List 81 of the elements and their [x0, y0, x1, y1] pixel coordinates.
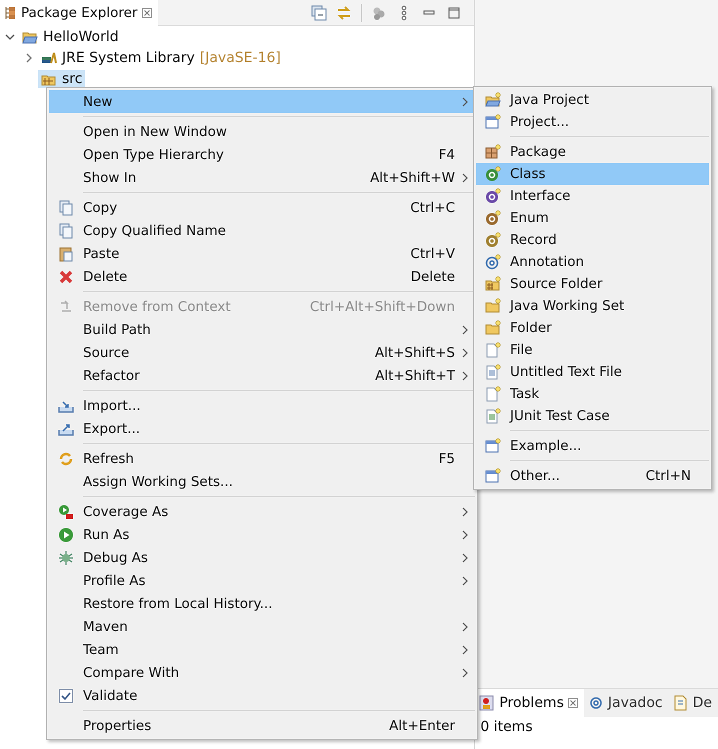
menu-item[interactable]: Open in New Window: [49, 120, 475, 143]
menu-item[interactable]: Interface: [476, 185, 709, 207]
maximize-icon[interactable]: [446, 4, 462, 20]
menu-item[interactable]: Java Working Set: [476, 295, 709, 317]
tree-item[interactable]: HelloWorld: [19, 28, 122, 46]
document-icon: [485, 386, 501, 402]
menu-item[interactable]: Validate: [49, 684, 475, 707]
at-sign-icon: [588, 695, 604, 711]
collapse-all-icon[interactable]: [311, 4, 328, 20]
window-icon: [485, 114, 501, 130]
menu-item[interactable]: Show In Alt+Shift+W: [49, 166, 475, 189]
folder-icon: [485, 298, 501, 314]
document-icon: [485, 364, 501, 380]
item-count: 0 items: [479, 718, 534, 737]
play-icon: [58, 526, 74, 542]
menu-item[interactable]: Refresh F5: [49, 447, 475, 470]
package-explorer-icon: [4, 6, 16, 20]
document-icon: [485, 342, 501, 358]
menu-item[interactable]: Assign Working Sets...: [49, 470, 475, 493]
menu-item[interactable]: Source Folder: [476, 273, 709, 295]
menu-item[interactable]: Maven: [49, 615, 475, 638]
document-icon: [485, 408, 501, 424]
menu-item[interactable]: Run As: [49, 523, 475, 546]
package-icon: [485, 144, 501, 160]
at-sign-icon: [485, 254, 501, 270]
menu-item[interactable]: Task: [476, 383, 709, 405]
arrow-icon: [58, 298, 74, 314]
menu-item[interactable]: Copy Qualified Name: [49, 219, 475, 242]
tree-item[interactable]: src: [38, 70, 86, 88]
menu-item[interactable]: Restore from Local History...: [49, 592, 475, 615]
menu-item[interactable]: Package: [476, 141, 709, 163]
menu-item[interactable]: Paste Ctrl+V: [49, 242, 475, 265]
tree-item-decoration: [JavaSE-16]: [200, 50, 281, 66]
tree-item[interactable]: JRE System Library [JavaSE-16]: [38, 48, 284, 66]
menu-item[interactable]: Properties Alt+Enter: [49, 714, 475, 737]
menu-item[interactable]: Build Path: [49, 318, 475, 341]
copy-icon: [58, 222, 74, 238]
close-icon: [58, 268, 74, 284]
menu-item[interactable]: Class: [476, 163, 709, 185]
menu-item[interactable]: Export...: [49, 417, 475, 440]
menu-item[interactable]: Copy Ctrl+C: [49, 196, 475, 219]
folder-icon: [485, 320, 501, 336]
close-icon[interactable]: [568, 698, 578, 708]
menu-item[interactable]: Import...: [49, 394, 475, 417]
document-icon: [672, 695, 689, 711]
menu-item[interactable]: Debug As: [49, 546, 475, 569]
menu-item[interactable]: Example...: [476, 435, 709, 457]
menu-item[interactable]: Untitled Text File: [476, 361, 709, 383]
menu-item[interactable]: Enum: [476, 207, 709, 229]
bug-icon: [58, 550, 74, 566]
menu-item[interactable]: Java Project: [476, 89, 709, 111]
checkbox-icon[interactable]: [58, 688, 74, 704]
close-icon[interactable]: [142, 8, 152, 18]
panel-tab[interactable]: De: [668, 689, 718, 717]
panel-tab[interactable]: Javadoc: [584, 689, 669, 717]
window-icon: [485, 468, 501, 484]
folder-icon: [485, 92, 501, 108]
window-icon: [485, 438, 501, 454]
menu-item[interactable]: Open Type Hierarchy F4: [49, 143, 475, 166]
clipboard-icon: [58, 246, 74, 262]
menu-item[interactable]: File: [476, 339, 709, 361]
menu-item[interactable]: Compare With: [49, 661, 475, 684]
menu-item[interactable]: Coverage As: [49, 500, 475, 523]
panel-tab[interactable]: Problems: [475, 689, 584, 717]
menu-item[interactable]: Project...: [476, 111, 709, 133]
menu-item[interactable]: Refactor Alt+Shift+T: [49, 364, 475, 387]
play-icon: [58, 504, 74, 520]
refresh-icon: [58, 450, 74, 466]
menu-item[interactable]: Annotation: [476, 251, 709, 273]
menu-item[interactable]: New: [49, 90, 475, 113]
menu-item[interactable]: JUnit Test Case: [476, 405, 709, 427]
copy-icon: [58, 200, 74, 216]
menu-item[interactable]: Other... Ctrl+N: [476, 465, 709, 487]
view-tab[interactable]: Package Explorer: [0, 0, 158, 26]
folder-icon: [485, 276, 501, 292]
menu-item[interactable]: Profile As: [49, 569, 475, 592]
menu-item[interactable]: Delete Delete: [49, 265, 475, 288]
menu-item[interactable]: Team: [49, 638, 475, 661]
menu-item[interactable]: Record: [476, 229, 709, 251]
menu-item[interactable]: Source Alt+Shift+S: [49, 341, 475, 364]
menu-item[interactable]: Folder: [476, 317, 709, 339]
